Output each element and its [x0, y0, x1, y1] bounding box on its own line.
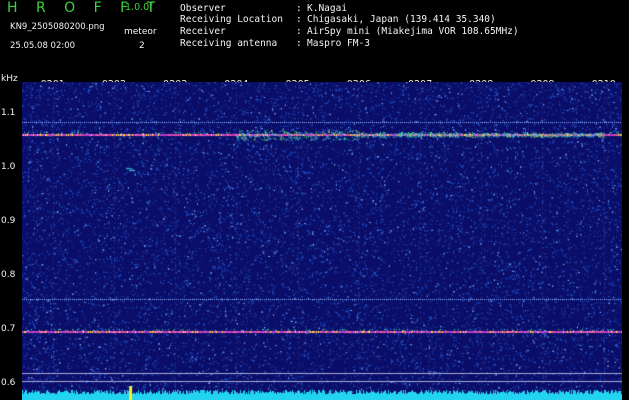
location-sep: : — [296, 14, 302, 25]
timestamp: 25.05.08 02:00 — [10, 41, 76, 51]
meteor-count: 2 — [139, 41, 145, 51]
app-version: 1.0.0f — [125, 2, 153, 13]
observer-value: K.Nagai — [307, 3, 348, 14]
receiver-key: Receiver — [180, 26, 226, 37]
observer-sep: : — [296, 3, 302, 14]
observer-key: Observer — [180, 3, 226, 14]
location-key: Receiving Location — [180, 14, 283, 25]
receiver-value: AirSpy mini (Miakejima VOR 108.65MHz) — [307, 26, 519, 37]
antenna-sep: : — [296, 38, 302, 49]
file-name: KN9_2505080200.png — [10, 22, 105, 32]
receiver-sep: : — [296, 26, 302, 37]
spectrogram-canvas — [22, 82, 622, 400]
y-tick-label: 0.8 — [1, 270, 16, 281]
y-tick-label: 1.0 — [1, 162, 16, 173]
y-tick-label: 0.6 — [1, 377, 16, 388]
antenna-value: Maspro FM-3 — [307, 38, 370, 49]
antenna-key: Receiving antenna — [180, 38, 278, 49]
meteor-label: meteor — [124, 27, 157, 37]
y-axis-unit: kHz — [1, 74, 18, 84]
location-value: Chigasaki, Japan (139.414 35.340) — [307, 14, 496, 25]
spectrogram-plot — [22, 82, 622, 400]
y-tick-label: 0.7 — [1, 323, 16, 334]
y-tick-label: 0.9 — [1, 216, 16, 227]
header-panel: H R O F F T 1.0.0f KN9_2505080200.png me… — [0, 0, 629, 75]
y-tick-label: 1.1 — [1, 108, 16, 119]
